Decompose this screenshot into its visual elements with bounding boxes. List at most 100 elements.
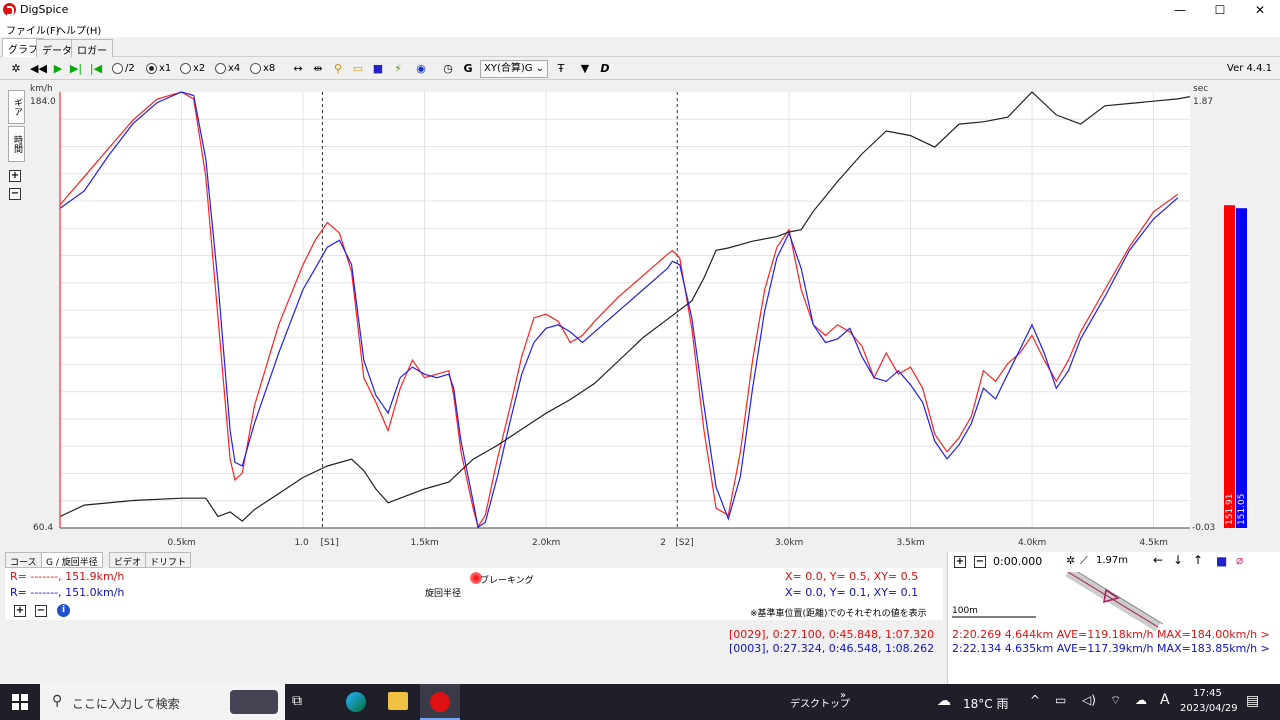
red-xy-readout: X= 0.0, Y= 0.5, XY= 0.5 bbox=[785, 570, 919, 583]
save-icon[interactable]: ■ bbox=[370, 61, 386, 77]
braking-label: ブレーキング bbox=[480, 576, 534, 586]
task-view-icon[interactable]: ⧉ bbox=[292, 693, 302, 709]
file-explorer-icon[interactable] bbox=[388, 692, 408, 710]
right-axis-bottom-label: -0.03 bbox=[1192, 523, 1215, 533]
value-bars: 151.91 151.05 bbox=[1224, 205, 1247, 528]
zoom-in-horizontal-icon[interactable]: ↔ bbox=[290, 61, 306, 77]
step-back-icon[interactable]: |◀ bbox=[88, 61, 104, 77]
info-icon[interactable]: i bbox=[57, 604, 70, 617]
chevron-down-icon: ⌄ bbox=[535, 63, 544, 74]
rewind-icon[interactable]: ◀◀ bbox=[30, 61, 47, 77]
tab-logger[interactable]: ロガー bbox=[71, 39, 113, 57]
weather-rain-icon: ☁ bbox=[937, 693, 951, 709]
blue-sector-times: [0003], 0:27.324, 0:46.548, 1:08.262 bbox=[729, 642, 935, 655]
main-tab-bar: グラフ データ ロガー bbox=[0, 37, 1280, 57]
notification-icon[interactable]: ▤ bbox=[1246, 693, 1259, 709]
zoom-out-horizontal-icon[interactable]: ⇹ bbox=[310, 61, 326, 77]
tab-video[interactable]: ビデオ bbox=[109, 552, 147, 568]
menu-help[interactable]: ヘルプ(H) bbox=[56, 22, 101, 37]
search-icon[interactable]: ⚲ bbox=[330, 61, 346, 77]
save-icon[interactable]: ■ bbox=[1216, 554, 1227, 568]
speed-x4-label: x4 bbox=[228, 63, 241, 74]
step-forward-icon[interactable]: ▶| bbox=[68, 61, 84, 77]
wifi-icon[interactable]: ⌔ bbox=[1110, 693, 1121, 708]
map-time-readout: 0:00.000 bbox=[993, 555, 1043, 568]
value-bar-0 bbox=[1224, 205, 1235, 528]
sync-icon[interactable]: ⚡ bbox=[390, 61, 406, 77]
cursor-line-icon[interactable]: Ŧ bbox=[554, 61, 568, 77]
note-text: ※基準車位置(距離)でのそれぞれの値を表示 bbox=[750, 609, 927, 619]
sector-label: [S1] bbox=[320, 538, 338, 548]
collapse-icon[interactable]: − bbox=[974, 556, 986, 568]
course-map[interactable] bbox=[948, 572, 1280, 632]
battery-icon[interactable]: ▭ bbox=[1055, 693, 1066, 707]
speed-x4-radio[interactable] bbox=[215, 63, 226, 74]
close-button[interactable]: ✕ bbox=[1240, 0, 1280, 20]
clock-time[interactable]: 17:45 bbox=[1193, 688, 1222, 699]
globe-icon[interactable]: ◉ bbox=[413, 61, 429, 77]
drift-icon[interactable]: D bbox=[598, 61, 612, 77]
search-highlight-image bbox=[230, 690, 278, 714]
eraser-icon[interactable]: ⌀ bbox=[1236, 553, 1243, 567]
weather-readout[interactable]: 18°C 雨 bbox=[963, 695, 1008, 712]
x-axis-ticks: 0.5km 1.0 1.5km 2.0km 2 3.0km 3.5km 4.0km 4.5km bbox=[168, 538, 1168, 548]
x-tick-label: 2 bbox=[660, 538, 666, 548]
expand-icon[interactable]: + bbox=[954, 556, 966, 568]
speed-x8-radio[interactable] bbox=[250, 63, 261, 74]
clock-icon[interactable]: ◷ bbox=[440, 61, 456, 77]
right-axis-top-label: 1.87 bbox=[1193, 97, 1213, 107]
speed-x1-label: x1 bbox=[159, 63, 172, 74]
menu-bar: ファイル(F) ヘルプ(H) bbox=[0, 20, 1280, 37]
clock-date[interactable]: 2023/04/29 bbox=[1180, 703, 1238, 714]
arrow-down-icon[interactable]: ↓ bbox=[1173, 553, 1183, 567]
g-force-icon[interactable]: G bbox=[460, 61, 476, 77]
speed-x2-label: x2 bbox=[193, 63, 206, 74]
x-tick-label: 4.5km bbox=[1140, 538, 1168, 548]
tab-g-radius[interactable]: G / 旋回半径 bbox=[41, 552, 103, 568]
left-axis-top-label: 184.0 bbox=[30, 97, 56, 107]
x-tick-label: 2.0km bbox=[532, 538, 560, 548]
course-map-panel: + − 0:00.000 ✲ ⟋ 1.97m ← ↓ ↑ ■ ⌀ 100m 2:… bbox=[947, 552, 1280, 684]
speaker-icon[interactable]: ◁) bbox=[1082, 693, 1096, 707]
expand-icon[interactable]: + bbox=[14, 605, 26, 617]
minimize-button[interactable]: — bbox=[1160, 0, 1200, 20]
sector-timing-panel: [0029], 0:27.100, 0:45.848, 1:07.320 [00… bbox=[5, 622, 943, 684]
tab-drift[interactable]: ドリフト bbox=[145, 552, 192, 568]
menu-file[interactable]: ファイル(F) bbox=[6, 22, 60, 37]
spinner-icon[interactable]: ✲ bbox=[1066, 554, 1075, 567]
measure-icon[interactable]: ⟋ bbox=[1080, 554, 1088, 568]
chevron-up-icon[interactable]: ^ bbox=[1030, 693, 1040, 707]
folder-open-icon[interactable]: ▭ bbox=[350, 61, 366, 77]
arrow-up-icon[interactable]: ↑ bbox=[1193, 553, 1203, 567]
edge-browser-icon[interactable] bbox=[346, 692, 366, 712]
speed-chart[interactable]: 0.5km 1.0 1.5km 2.0km 2 3.0km 3.5km 4.0km 4.5km … bbox=[0, 80, 1280, 550]
value-bar-1 bbox=[1236, 208, 1247, 528]
arrow-left-icon[interactable]: ← bbox=[1153, 553, 1163, 567]
mode-select[interactable]: XY(合算)G ⌄ bbox=[480, 60, 548, 78]
maximize-button[interactable]: ☐ bbox=[1200, 0, 1240, 20]
windows-start-icon[interactable] bbox=[12, 694, 28, 710]
taskbar-search[interactable]: ⚲ ここに入力して検索 bbox=[40, 684, 285, 720]
speed-half-radio[interactable] bbox=[112, 63, 123, 74]
marker-icon[interactable]: ▼ bbox=[578, 61, 592, 77]
digspice-taskbar-button[interactable] bbox=[420, 684, 460, 720]
distance-readout: 1.97m bbox=[1096, 555, 1129, 566]
search-placeholder: ここに入力して検索 bbox=[72, 697, 180, 711]
digspice-app-icon bbox=[430, 692, 450, 712]
reset-icon[interactable]: ✲ bbox=[8, 61, 24, 77]
ime-indicator[interactable]: A bbox=[1160, 692, 1170, 708]
play-icon[interactable]: ▶ bbox=[50, 61, 66, 77]
toolbar: ✲ ◀◀ ▶ ▶| |◀ /2 x1 x2 x4 x8 ↔ ⇹ ⚲ ▭ ■ ⚡ … bbox=[0, 58, 1280, 80]
speed-x2-radio[interactable] bbox=[180, 63, 191, 74]
red-lap-summary: 2:20.269 4.644km AVE=119.18km/h MAX=184.… bbox=[952, 628, 1270, 641]
red-radius-readout: R= -------, 151.9km/h bbox=[10, 570, 125, 583]
title-bar: DigSpice — ☐ ✕ bbox=[0, 0, 1280, 20]
speed-x1-radio[interactable] bbox=[146, 63, 157, 74]
version-label: Ver 4.4.1 bbox=[1227, 63, 1272, 74]
cloud-icon[interactable]: ☁ bbox=[1135, 693, 1147, 707]
tab-course[interactable]: コース bbox=[5, 552, 42, 568]
value-bar-label: 151.05 bbox=[1237, 494, 1247, 526]
radius-label: 旋回半径 bbox=[425, 589, 462, 599]
collapse-icon[interactable]: − bbox=[35, 605, 47, 617]
chevron-double-icon[interactable]: » bbox=[840, 690, 846, 701]
